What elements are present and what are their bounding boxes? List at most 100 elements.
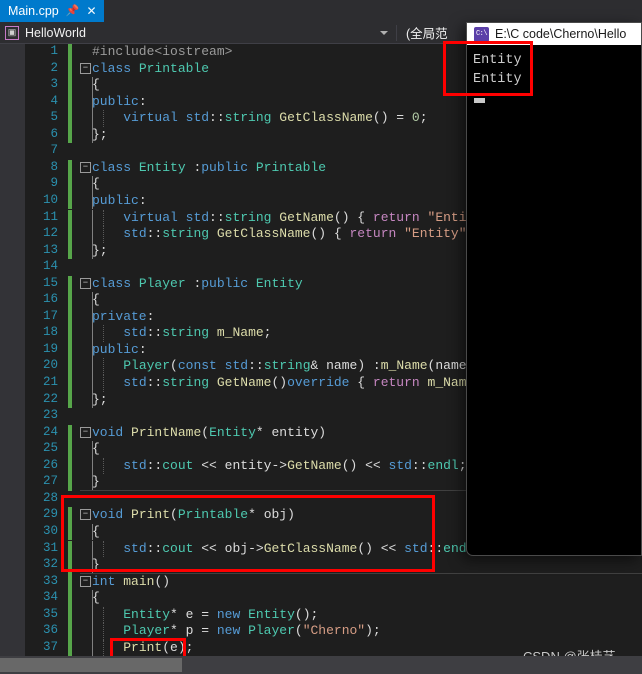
code-text: }; xyxy=(92,391,108,407)
change-indicator xyxy=(68,590,72,607)
code-line[interactable]: 34 { xyxy=(0,590,642,607)
line-number: 9 xyxy=(50,176,58,191)
line-number: 13 xyxy=(42,242,58,257)
code-text: Player(const std::string& name) :m_Name(… xyxy=(123,358,498,374)
horizontal-scrollbar-thumb[interactable] xyxy=(0,658,182,672)
change-indicator xyxy=(68,110,72,127)
tab-main-cpp[interactable]: Main.cpp 📌 ✕ xyxy=(0,0,104,22)
change-indicator xyxy=(68,308,72,326)
line-number: 6 xyxy=(50,126,58,141)
change-indicator xyxy=(68,226,72,243)
code-line[interactable]: 35 Entity* e = new Entity(); xyxy=(0,606,642,624)
line-number: 35 xyxy=(42,606,58,621)
code-text: { xyxy=(92,590,100,606)
project-scope-dropdown[interactable]: ▣ HelloWorld xyxy=(0,22,396,44)
change-indicator xyxy=(68,375,72,392)
code-text: public: xyxy=(92,192,147,208)
change-indicator xyxy=(68,639,72,656)
code-text: { xyxy=(92,77,100,93)
change-indicator xyxy=(68,259,72,276)
change-indicator xyxy=(68,457,72,475)
code-text: virtual std::string GetClassName() = 0; xyxy=(123,110,428,126)
change-indicator xyxy=(68,93,72,111)
code-text: }; xyxy=(92,126,108,142)
collapse-glyph-icon[interactable]: − xyxy=(80,277,91,289)
collapse-glyph-icon[interactable]: − xyxy=(80,426,91,438)
line-number: 20 xyxy=(42,358,58,373)
line-number: 10 xyxy=(42,192,58,207)
line-number: 22 xyxy=(42,391,58,406)
line-number: 31 xyxy=(42,540,58,555)
change-indicator xyxy=(68,623,72,640)
change-indicator xyxy=(68,358,72,375)
line-number: 16 xyxy=(42,292,58,307)
change-indicator xyxy=(68,209,72,227)
line-number: 34 xyxy=(42,590,58,605)
line-number: 1 xyxy=(50,44,58,58)
change-indicator xyxy=(68,292,72,309)
code-line[interactable]: 33 − int main() xyxy=(0,573,642,591)
line-number: 18 xyxy=(42,325,58,340)
code-text: } xyxy=(92,474,100,490)
visual-studio-window: Main.cpp 📌 ✕ ▣ HelloWorld (全局范 1 #include… xyxy=(0,0,642,674)
line-number: 3 xyxy=(50,77,58,92)
change-indicator xyxy=(68,424,72,442)
change-indicator xyxy=(68,573,72,591)
close-icon[interactable]: ✕ xyxy=(86,5,96,17)
change-indicator xyxy=(68,77,72,94)
code-text: std::string GetName()override { return m… xyxy=(123,375,498,390)
line-number: 21 xyxy=(42,375,58,389)
change-indicator xyxy=(68,60,72,78)
line-number: 26 xyxy=(42,457,58,472)
collapse-glyph-icon[interactable]: − xyxy=(80,62,91,74)
code-line[interactable]: 36 Player* p = new Player("Cherno"); xyxy=(0,623,642,640)
code-text: }; xyxy=(92,242,108,258)
code-text: std::string GetClassName() { return "Ent… xyxy=(123,226,490,242)
editor-tab-strip: Main.cpp 📌 ✕ xyxy=(0,0,642,22)
line-number: 5 xyxy=(50,110,58,125)
pin-icon[interactable]: 📌 xyxy=(66,5,80,17)
code-text: private: xyxy=(92,308,155,324)
print-function-box xyxy=(61,495,435,572)
line-number: 11 xyxy=(42,209,58,224)
code-text: #include<iostream> xyxy=(92,44,233,59)
line-number: 30 xyxy=(42,523,58,538)
scope-label: (全局范 xyxy=(406,27,448,41)
project-name: HelloWorld xyxy=(25,25,86,40)
chevron-down-icon[interactable] xyxy=(380,30,388,35)
change-indicator xyxy=(68,192,72,210)
line-number: 37 xyxy=(42,639,58,654)
line-number: 8 xyxy=(50,159,58,174)
console-title-path: E:\C code\Cherno\Hello xyxy=(495,27,627,41)
console-window[interactable]: C:\ E:\C code\Cherno\Hello Entity Entity xyxy=(466,22,642,556)
project-icon: ▣ xyxy=(5,25,19,40)
horizontal-scrollbar[interactable] xyxy=(0,656,642,674)
line-number: 17 xyxy=(42,308,58,323)
code-text: { xyxy=(92,441,100,457)
change-indicator xyxy=(68,176,72,193)
code-text: public: xyxy=(92,93,147,109)
change-indicator xyxy=(68,408,72,425)
change-indicator xyxy=(68,143,72,160)
change-indicator xyxy=(68,275,72,293)
change-indicator xyxy=(68,159,72,177)
collapse-glyph-icon[interactable]: − xyxy=(80,161,91,173)
line-number: 27 xyxy=(42,474,58,489)
console-cursor xyxy=(474,98,485,103)
line-number: 36 xyxy=(42,623,58,638)
line-number: 7 xyxy=(50,143,58,158)
tab-label: Main.cpp xyxy=(8,4,59,18)
line-number: 15 xyxy=(42,275,58,290)
code-text: int main() xyxy=(92,573,171,589)
change-indicator xyxy=(68,44,72,61)
code-text: public: xyxy=(92,341,147,357)
line-number: 4 xyxy=(50,93,58,108)
code-text: Entity* e = new Entity(); xyxy=(123,606,319,622)
change-indicator xyxy=(68,341,72,359)
collapse-glyph-icon[interactable]: − xyxy=(80,575,91,587)
line-number: 14 xyxy=(42,259,58,274)
line-number: 29 xyxy=(42,507,58,522)
code-text: { xyxy=(92,176,100,192)
line-number: 28 xyxy=(42,490,58,505)
line-number: 32 xyxy=(42,557,58,572)
